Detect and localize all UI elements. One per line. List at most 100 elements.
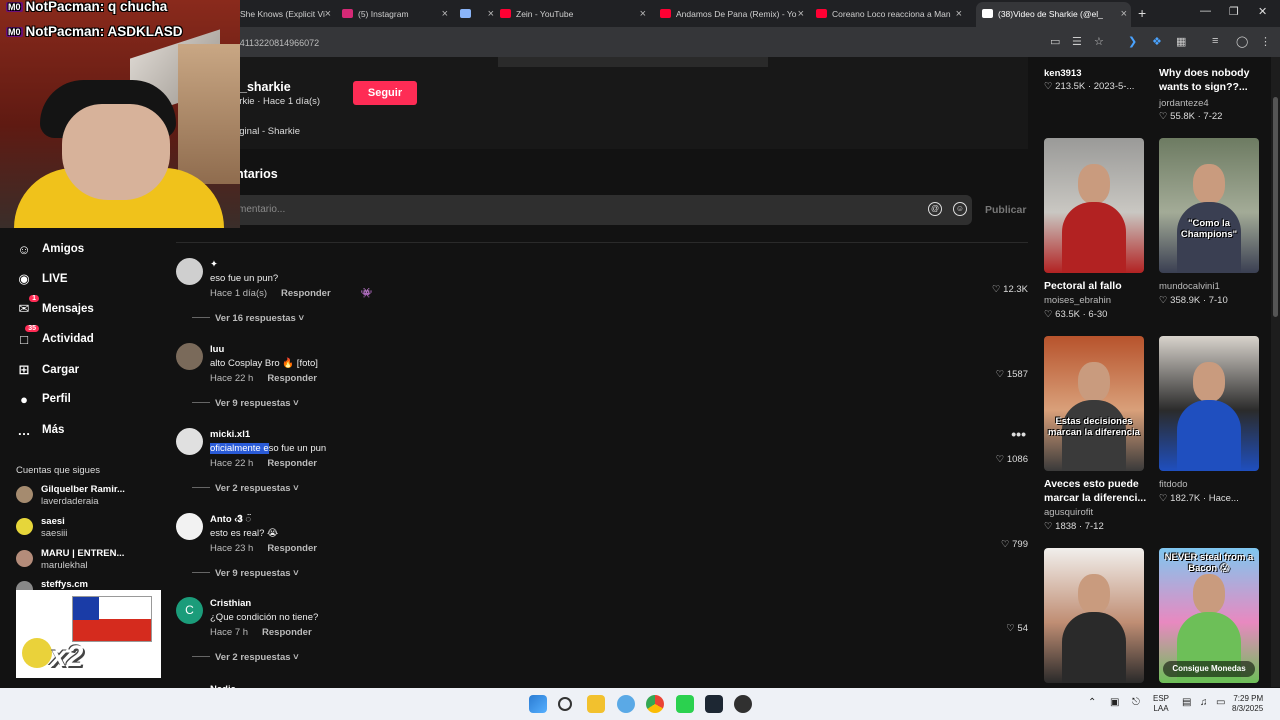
- tab-close-icon[interactable]: ×: [956, 4, 962, 24]
- browser-tab[interactable]: (38)Video de Sharkie (@el_ ×: [976, 2, 1131, 27]
- battery-icon[interactable]: ▭: [1216, 698, 1225, 708]
- sidebar-item-profile[interactable]: ● Perfil: [16, 389, 71, 409]
- sidebar-item-friends[interactable]: ☺ Amigos: [16, 239, 84, 259]
- cast-icon[interactable]: ▭: [1050, 35, 1060, 48]
- like-button[interactable]: ♡ 1587: [996, 369, 1028, 380]
- related-top-right-user[interactable]: jordanteze4: [1159, 98, 1209, 109]
- comment-author[interactable]: Cristhian: [210, 598, 251, 609]
- video-thumbnail[interactable]: [1159, 336, 1259, 471]
- view-replies-button[interactable]: Ver 9 respuestas ˅: [215, 568, 299, 579]
- kebab-menu-icon[interactable]: ⋮: [1260, 35, 1271, 48]
- video-author[interactable]: moises_ebrahin: [1044, 295, 1111, 306]
- maximize-icon[interactable]: ❐: [1229, 5, 1239, 18]
- related-top-right-title[interactable]: Why does nobody wants to sign??...: [1159, 66, 1279, 94]
- refresh-app-icon[interactable]: [617, 695, 635, 713]
- avatar[interactable]: [176, 343, 203, 370]
- browser-tab[interactable]: Zein - YouTube ×: [500, 4, 650, 24]
- comment-author[interactable]: luu: [210, 344, 224, 355]
- reply-button[interactable]: Responder: [267, 543, 317, 554]
- app-green-icon[interactable]: [676, 695, 694, 713]
- sidebar-item-live[interactable]: ◉ LIVE: [16, 269, 67, 289]
- avatar[interactable]: [176, 513, 203, 540]
- browser-tab[interactable]: ×: [460, 4, 498, 24]
- like-button[interactable]: ♡ 1086: [996, 454, 1028, 465]
- view-replies-button[interactable]: Ver 2 respuestas ˅: [215, 652, 299, 663]
- video-thumbnail[interactable]: [1044, 138, 1144, 273]
- extension-2-icon[interactable]: ❖: [1152, 35, 1162, 48]
- video-author[interactable]: agusquirofit: [1044, 507, 1093, 518]
- terminal-icon[interactable]: [705, 695, 723, 713]
- scrollbar[interactable]: [1271, 57, 1280, 687]
- puzzle-icon[interactable]: ▦: [1176, 35, 1186, 48]
- tray-app-icon[interactable]: ▣: [1110, 698, 1119, 708]
- clock[interactable]: 7:29 PM 8/3/2025: [1232, 694, 1263, 714]
- publish-button[interactable]: Publicar: [985, 204, 1026, 216]
- video-thumbnail[interactable]: [1044, 548, 1144, 683]
- minimize-icon[interactable]: —: [1200, 5, 1211, 17]
- browser-tab[interactable]: Andamos De Pana (Remix) - Yo ×: [660, 4, 808, 24]
- video-thumbnail[interactable]: "Como la Champions": [1159, 138, 1259, 273]
- network-icon[interactable]: ▤: [1182, 698, 1191, 708]
- search-icon[interactable]: [558, 697, 572, 711]
- like-button[interactable]: ♡ 54: [1006, 623, 1028, 634]
- chrome-icon[interactable]: [646, 695, 664, 713]
- comment-author[interactable]: Anto ‹𝟑 ◌̈: [210, 514, 251, 525]
- view-replies-button[interactable]: Ver 16 respuestas ˅: [215, 313, 304, 324]
- like-button[interactable]: ♡ 799: [1001, 539, 1028, 550]
- follow-button[interactable]: Seguir: [353, 81, 417, 105]
- bookmark-star-icon[interactable]: ☆: [1094, 35, 1104, 48]
- app-dark-icon[interactable]: [734, 695, 752, 713]
- reply-button[interactable]: Responder: [267, 458, 317, 469]
- microphone-icon[interactable]: ⎋: [1132, 698, 1140, 708]
- comment-author[interactable]: ✦: [210, 259, 218, 270]
- sound-name[interactable]: riginal - Sharkie: [234, 126, 300, 137]
- language-indicator[interactable]: ESP LAA: [1153, 694, 1169, 714]
- reply-button[interactable]: Responder: [267, 373, 317, 384]
- tab-close-icon[interactable]: ×: [442, 4, 448, 24]
- account-username: laverdaderaia: [41, 496, 99, 507]
- avatar[interactable]: C: [176, 597, 203, 624]
- reading-list-icon[interactable]: ≡: [1212, 35, 1218, 47]
- author-name[interactable]: _sharkie: [240, 80, 291, 94]
- browser-tab[interactable]: (5) Instagram ×: [342, 4, 452, 24]
- file-explorer-icon[interactable]: [587, 695, 605, 713]
- tab-close-icon[interactable]: ×: [488, 4, 494, 24]
- close-window-icon[interactable]: ✕: [1258, 5, 1267, 18]
- tray-chevron-icon[interactable]: ⌃: [1088, 698, 1096, 708]
- avatar[interactable]: [176, 258, 203, 285]
- view-replies-button[interactable]: Ver 9 respuestas ˅: [215, 398, 299, 409]
- comment-input[interactable]: mentario... @ ☺: [232, 195, 972, 225]
- view-replies-button[interactable]: Ver 2 respuestas ˅: [215, 483, 299, 494]
- new-tab-button[interactable]: +: [1138, 5, 1146, 21]
- reply-button[interactable]: Responder: [262, 627, 312, 638]
- extension-icon[interactable]: ❯: [1128, 35, 1137, 48]
- video-author[interactable]: mundocalvini1: [1159, 281, 1220, 292]
- tab-close-icon[interactable]: ×: [640, 4, 646, 24]
- video-author[interactable]: fitdodo: [1159, 479, 1188, 490]
- sidebar-item-activity[interactable]: □ 35 Actividad: [16, 325, 94, 349]
- more-options-icon[interactable]: •••: [1011, 426, 1026, 442]
- video-title[interactable]: Aveces esto puede marcar la diferenci...: [1044, 477, 1164, 505]
- mention-icon[interactable]: @: [928, 202, 942, 216]
- browser-tab[interactable]: Coreano Loco reacciona a Man ×: [816, 4, 966, 24]
- get-coins-button[interactable]: Consigue Monedas: [1163, 661, 1255, 677]
- emoji-icon[interactable]: ☺: [953, 202, 967, 216]
- windows-start-icon[interactable]: [529, 695, 547, 713]
- related-top-left-user[interactable]: ken3913: [1044, 68, 1082, 79]
- video-thumbnail[interactable]: Estas decisiones marcan la diferencia: [1044, 336, 1144, 471]
- tab-close-icon[interactable]: ×: [798, 4, 804, 24]
- sidebar-item-more[interactable]: … Más: [16, 420, 65, 440]
- volume-icon[interactable]: ♫: [1200, 698, 1208, 708]
- video-thumbnail[interactable]: NEVER steal from a Bacon 😱 Consigue Moned…: [1159, 548, 1259, 683]
- like-button[interactable]: ♡ 12.3K: [992, 284, 1028, 295]
- reply-button[interactable]: Responder: [281, 288, 331, 299]
- sidebar-item-upload[interactable]: ⊞ Cargar: [16, 360, 80, 380]
- comment-author[interactable]: micki.xl1: [210, 429, 250, 440]
- sidebar-item-messages[interactable]: ✉ 1 Mensajes: [16, 295, 94, 319]
- translate-icon[interactable]: ☰: [1072, 35, 1082, 48]
- tab-close-icon[interactable]: ×: [1121, 2, 1127, 26]
- video-title[interactable]: Pectoral al fallo: [1044, 279, 1164, 293]
- avatar[interactable]: [176, 428, 203, 455]
- profile-icon[interactable]: ◯: [1236, 35, 1248, 48]
- tab-close-icon[interactable]: ×: [325, 4, 331, 24]
